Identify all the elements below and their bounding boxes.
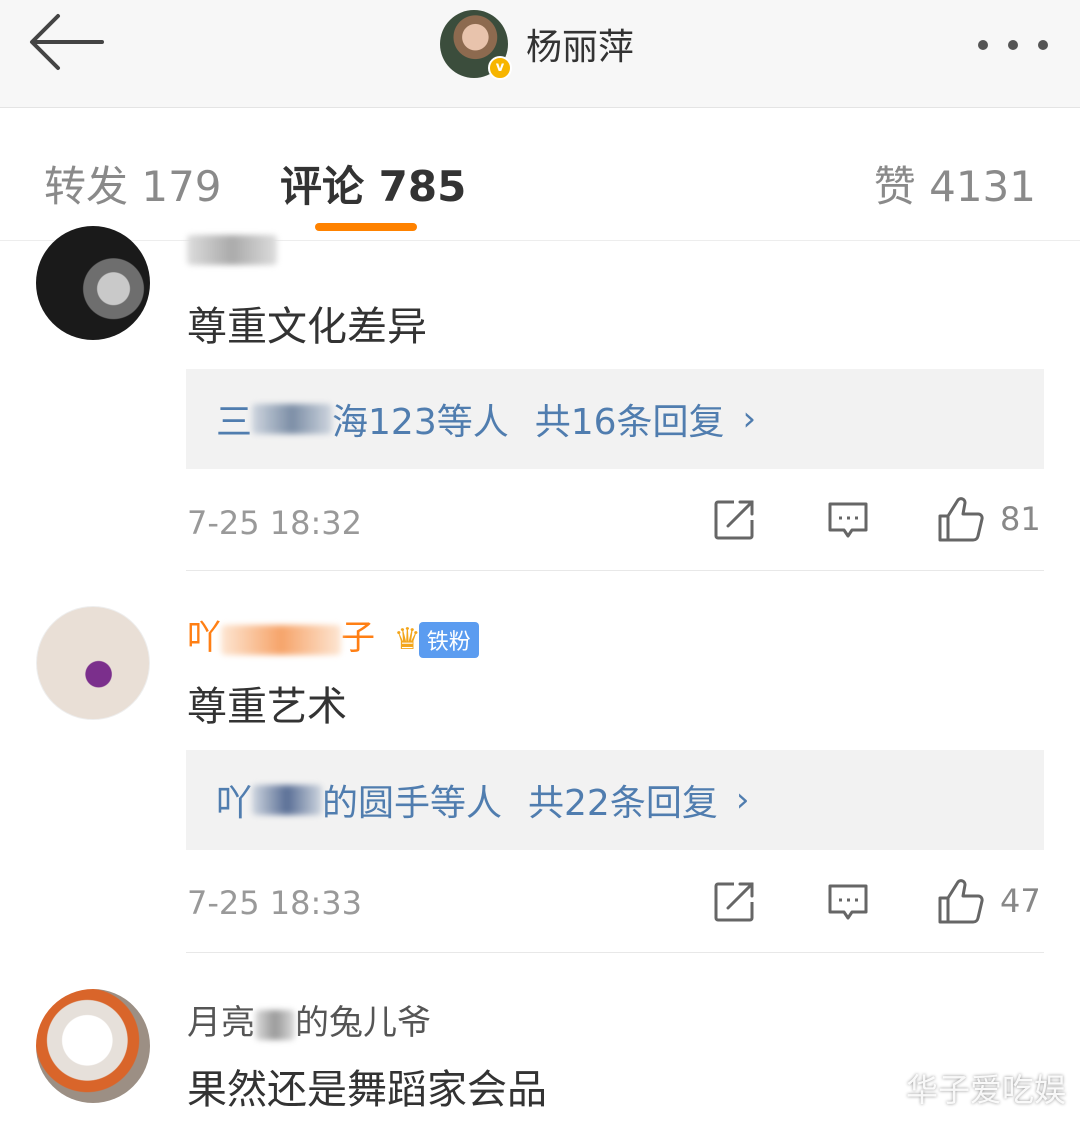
reply-users: 三 — [216, 402, 253, 443]
comment-icon — [828, 502, 868, 538]
comment-text: 尊重文化差异 — [187, 304, 427, 350]
redacted-username — [255, 1009, 295, 1040]
reply-button[interactable] — [826, 882, 870, 924]
reply-button[interactable] — [826, 500, 870, 542]
redacted-text — [252, 404, 333, 434]
reply-count: 共22条回复 — [528, 783, 718, 824]
divider — [186, 952, 1044, 953]
comment-time: 7-25 18:33 — [187, 884, 363, 922]
fan-badge: ♛ 铁粉 — [393, 621, 479, 658]
avatar[interactable]: v — [440, 10, 512, 80]
header-user[interactable]: v 杨丽萍 — [440, 8, 634, 80]
reply-users: 海123等人 — [332, 402, 509, 443]
more-dots-icon — [978, 40, 988, 50]
back-button[interactable] — [28, 12, 108, 72]
like-count: 47 — [1000, 882, 1041, 920]
redacted-text — [252, 785, 323, 815]
chevron-right-icon: › — [742, 399, 757, 439]
comment-time: 7-25 18:32 — [187, 504, 363, 542]
chevron-right-icon: › — [735, 780, 750, 820]
share-button[interactable] — [712, 880, 756, 924]
comment-icon — [828, 884, 868, 920]
comment-username[interactable]: 月亮 的兔儿爷 — [187, 995, 431, 1044]
top-bar: v 杨丽萍 — [0, 0, 1080, 108]
verified-badge: v — [488, 56, 512, 80]
like-button[interactable]: 81 — [936, 494, 1041, 544]
share-button[interactable] — [712, 498, 756, 542]
page-title: 杨丽萍 — [526, 27, 635, 68]
divider — [186, 570, 1044, 571]
reply-users: 吖 — [216, 783, 253, 824]
like-button[interactable]: 47 — [936, 876, 1041, 926]
redacted-username — [221, 624, 341, 655]
reply-users: 的圆手等人 — [322, 783, 503, 824]
redacted-username — [187, 234, 277, 265]
like-count: 81 — [1000, 500, 1041, 538]
avatar[interactable] — [36, 606, 150, 720]
reply-count: 共16条回复 — [534, 402, 725, 443]
tab-bar: 转发 179 评论 785 赞 4131 — [0, 109, 1080, 241]
comment-username[interactable] — [187, 228, 277, 268]
tab-likes[interactable]: 赞 4131 — [874, 153, 1036, 214]
avatar[interactable] — [36, 226, 150, 340]
comment-text: 果然还是舞蹈家会品 — [187, 1067, 547, 1113]
avatar[interactable] — [36, 989, 150, 1103]
more-button[interactable] — [978, 30, 1048, 60]
comment-text: 尊重艺术 — [187, 684, 347, 730]
reply-summary[interactable]: 三 海123等人 共16条回复 › — [186, 369, 1044, 469]
active-tab-indicator — [315, 223, 417, 231]
comment-username[interactable]: 吖子 ♛ 铁粉 — [187, 610, 479, 659]
thumbs-up-icon — [938, 497, 984, 542]
tab-reposts[interactable]: 转发 179 — [44, 153, 222, 214]
crown-icon: ♛ — [393, 622, 421, 657]
thumbs-up-icon — [938, 879, 984, 924]
fan-badge-label: 铁粉 — [418, 621, 479, 658]
arrow-left-icon — [30, 14, 104, 70]
watermark: 华子爱吃娱 — [905, 1071, 1066, 1109]
reply-summary[interactable]: 吖 的圆手等人 共22条回复 › — [186, 750, 1044, 850]
share-icon — [714, 882, 754, 922]
share-icon — [714, 500, 754, 540]
tab-comments[interactable]: 评论 785 — [280, 153, 466, 214]
